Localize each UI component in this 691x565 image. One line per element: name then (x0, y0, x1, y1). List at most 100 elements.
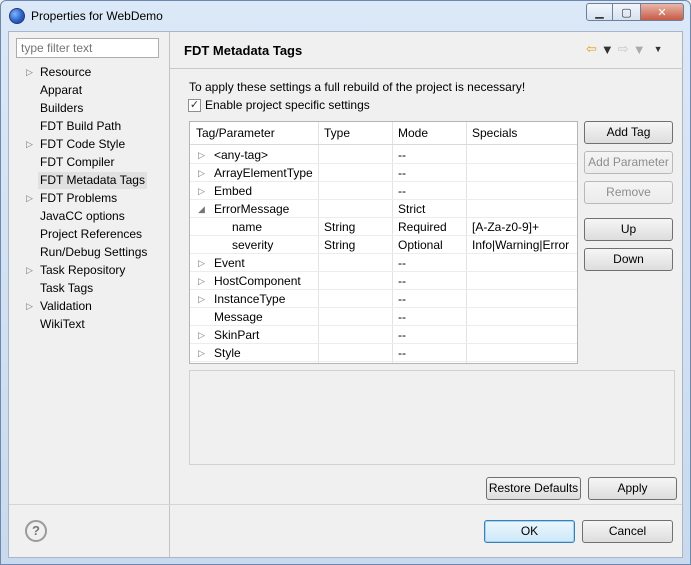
tree-expand-arrow-icon[interactable]: ▷ (198, 290, 205, 308)
cell-name: Message (214, 310, 263, 324)
ok-button[interactable]: OK (484, 520, 575, 543)
add-parameter-button[interactable]: Add Parameter (584, 151, 673, 174)
enable-project-settings-checkbox[interactable]: ✓ (188, 98, 201, 112)
tree-expand-arrow-icon[interactable]: ▷ (198, 164, 205, 182)
cell-type: String (324, 238, 356, 252)
table-row[interactable]: ▷ Embed -- (190, 182, 577, 200)
view-menu-icon[interactable]: ▼ (654, 44, 663, 54)
description-area (189, 370, 675, 465)
tree-expand-arrow-icon[interactable]: ▷ (198, 344, 205, 362)
tree-collapse-arrow-icon[interactable]: ◢ (198, 200, 205, 218)
cell-mode: -- (398, 256, 406, 270)
cell-mode: Strict (398, 202, 426, 216)
metadata-tags-table[interactable]: Tag/Parameter Type Mode Specials ▷ <any-t… (189, 121, 578, 364)
nav-item-label[interactable]: WikiText (40, 316, 85, 333)
table-row[interactable]: ◢ ErrorMessage Strict (190, 200, 577, 218)
table-row[interactable]: ▷ ArrayElementType -- (190, 164, 577, 182)
table-row[interactable]: name String Required [A-Za-z0-9]+ (190, 218, 577, 236)
cell-mode: Optional (398, 238, 443, 252)
table-row[interactable]: ▷ Event -- (190, 254, 577, 272)
cell-name: HostComponent (214, 274, 301, 288)
cell-mode: -- (398, 328, 406, 342)
nav-item-label[interactable]: FDT Code Style (40, 136, 125, 153)
dialog-body: ▷ ResourceApparatBuildersFDT Build Path ▷ F… (8, 31, 683, 558)
tree-expand-arrow-icon[interactable]: ▷ (26, 298, 33, 315)
cell-mode: -- (398, 346, 406, 360)
forward-arrow-icon: ⇨ (617, 41, 629, 56)
cell-mode: -- (398, 184, 406, 198)
cell-mode: -- (398, 274, 406, 288)
nav-item-label[interactable]: Resource (40, 64, 91, 81)
cell-specials: Info|Warning|Error (472, 238, 570, 252)
window-controls: ▁ ▢ ✕ (586, 3, 684, 21)
table-row[interactable]: ▷ <any-tag> -- (190, 146, 577, 164)
cell-name: Style (214, 346, 241, 360)
project-settings-row[interactable]: ✓ Enable project specific settings (188, 98, 370, 112)
tree-expand-arrow-icon[interactable]: ▷ (26, 64, 33, 81)
rebuild-notice: To apply these settings a full rebuild o… (189, 80, 526, 94)
nav-item-label[interactable]: FDT Metadata Tags (38, 172, 147, 189)
cell-name: ErrorMessage (214, 202, 290, 216)
sash-divider[interactable] (169, 32, 170, 557)
back-dropdown-icon[interactable]: ▼ (601, 42, 614, 57)
cell-name: <any-tag> (214, 148, 269, 162)
nav-item-label[interactable]: Apparat (40, 82, 82, 99)
nav-item-label[interactable]: FDT Build Path (40, 118, 121, 135)
table-row[interactable]: ▷ Style -- (190, 344, 577, 362)
cell-mode: -- (398, 148, 406, 162)
restore-defaults-button[interactable]: Restore Defaults (486, 477, 581, 500)
title-bar[interactable]: Properties for WebDemo ▁ ▢ ✕ (1, 1, 690, 31)
apply-button[interactable]: Apply (588, 477, 677, 500)
nav-item-label[interactable]: FDT Compiler (40, 154, 114, 171)
cell-name: Event (214, 256, 245, 270)
cell-name: name (232, 220, 263, 234)
table-header-row (190, 122, 577, 145)
cell-name: InstanceType (214, 292, 286, 306)
filter-input[interactable] (16, 38, 159, 58)
eclipse-app-icon (9, 8, 25, 24)
cell-specials: [A-Za-z0-9]+ (472, 220, 540, 234)
tree-expand-arrow-icon[interactable]: ▷ (198, 182, 205, 200)
nav-item-label[interactable]: Builders (40, 100, 83, 117)
nav-item-label[interactable]: Task Tags (40, 280, 93, 297)
maximize-button[interactable]: ▢ (613, 3, 640, 21)
back-arrow-icon[interactable]: ⇦ (586, 41, 597, 57)
tree-expand-arrow-icon[interactable]: ▷ (26, 262, 33, 279)
nav-item-label[interactable]: JavaCC options (40, 208, 125, 225)
down-button[interactable]: Down (584, 248, 673, 271)
table-row[interactable]: ▷ HostComponent -- (190, 272, 577, 290)
footer-separator (9, 504, 682, 505)
tree-expand-arrow-icon[interactable]: ▷ (198, 272, 205, 290)
cell-name: Embed (214, 184, 253, 198)
cell-mode: -- (398, 310, 406, 324)
tree-expand-arrow-icon[interactable]: ▷ (198, 254, 205, 272)
page-title: FDT Metadata Tags (184, 43, 303, 58)
table-row[interactable]: ▷ InstanceType -- (190, 290, 577, 308)
enable-project-settings-label[interactable]: Enable project specific settings (205, 98, 370, 112)
nav-item-label[interactable]: Project References (40, 226, 142, 243)
tree-expand-arrow-icon[interactable]: ▷ (198, 146, 205, 164)
nav-item-label[interactable]: FDT Problems (40, 190, 117, 207)
nav-item-label[interactable]: Task Repository (40, 262, 125, 279)
tree-expand-arrow-icon[interactable]: ▷ (26, 136, 33, 153)
close-button[interactable]: ✕ (640, 3, 684, 21)
cell-mode: -- (398, 166, 406, 180)
cell-mode: Required (398, 220, 447, 234)
help-icon[interactable]: ? (25, 520, 47, 542)
tree-expand-arrow-icon[interactable]: ▷ (26, 190, 33, 207)
window-title: Properties for WebDemo (31, 9, 163, 23)
table-row[interactable]: ▷ SkinPart -- (190, 326, 577, 344)
nav-item-label[interactable]: Validation (40, 298, 92, 315)
header-separator (170, 68, 683, 69)
cancel-button[interactable]: Cancel (582, 520, 673, 543)
table-row[interactable]: Message -- (190, 308, 577, 326)
nav-item-label[interactable]: Run/Debug Settings (40, 244, 147, 261)
up-button[interactable]: Up (584, 218, 673, 241)
minimize-button[interactable]: ▁ (586, 3, 613, 21)
cell-name: ArrayElementType (214, 166, 313, 180)
add-tag-button[interactable]: Add Tag (584, 121, 673, 144)
history-navigation: ⇦ ▼ ⇨ ▼ ▼ (586, 41, 662, 57)
table-row[interactable]: severity String Optional Info|Warning|Error (190, 236, 577, 254)
tree-expand-arrow-icon[interactable]: ▷ (198, 326, 205, 344)
remove-button[interactable]: Remove (584, 181, 673, 204)
